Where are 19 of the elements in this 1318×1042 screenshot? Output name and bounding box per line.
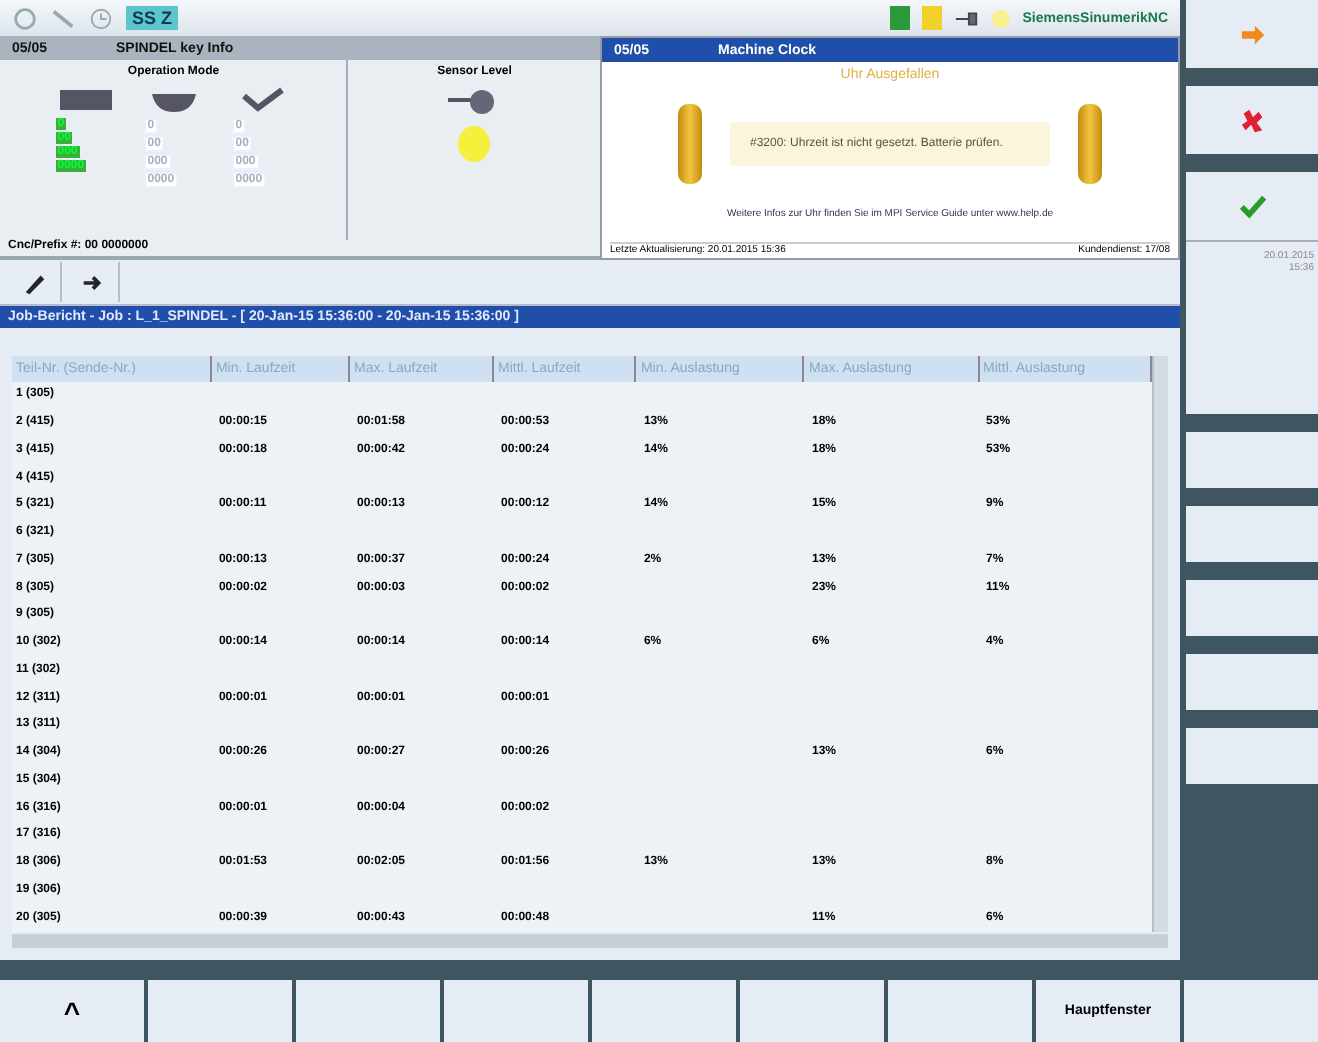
scroll-end: [678, 104, 702, 185]
ok-button[interactable]: [1186, 172, 1318, 240]
reset-icon[interactable]: [12, 5, 38, 31]
scroll-end: [1078, 104, 1102, 185]
level-light: [458, 126, 491, 162]
up-button[interactable]: ^: [0, 980, 148, 1042]
cross-icon: [1239, 107, 1265, 133]
horizontal-scrollbar[interactable]: [12, 934, 1168, 948]
bulb-icon: [992, 9, 1011, 27]
vertical-scrollbar[interactable]: [1152, 356, 1168, 932]
clock-icon[interactable]: [88, 5, 114, 31]
next-button[interactable]: [1186, 0, 1318, 68]
cancel-button[interactable]: [1186, 86, 1318, 154]
mode-badge: SS Z: [126, 6, 179, 30]
check-icon: [1239, 193, 1265, 219]
machine-icon: [55, 84, 116, 116]
status-indicator: [922, 6, 943, 30]
status-indicator: [890, 6, 911, 30]
arrow-icon: [1239, 21, 1265, 47]
